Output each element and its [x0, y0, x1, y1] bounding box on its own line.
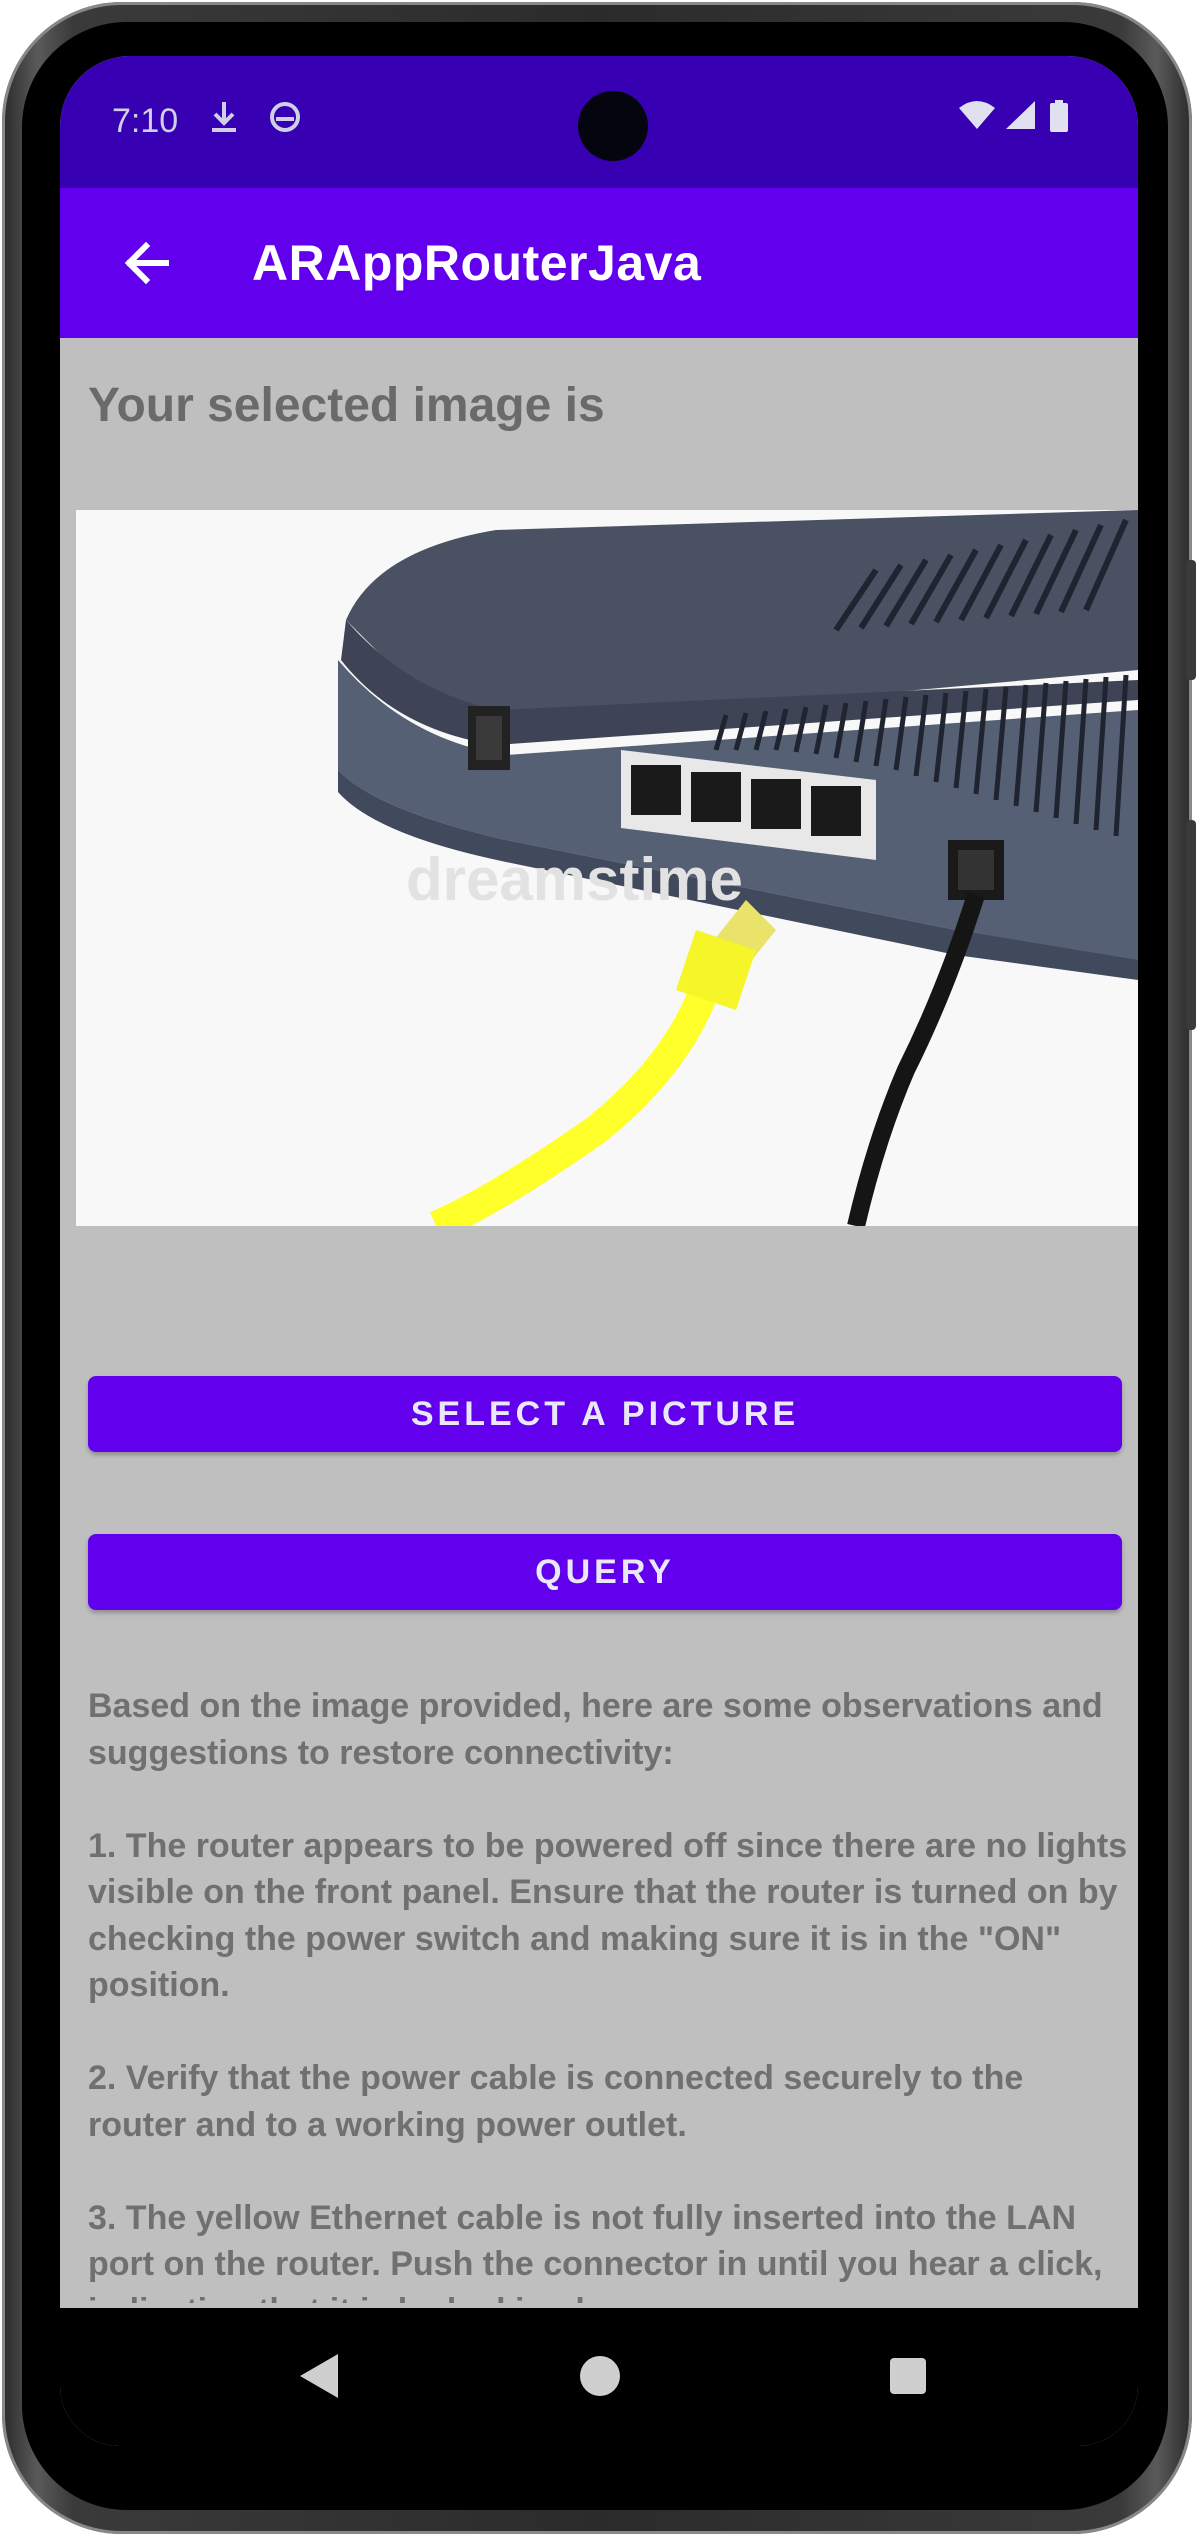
- response-paragraph: 2. Verify that the power cable is connec…: [88, 2059, 1033, 2144]
- response-paragraph: 1. The router appears to be powered off …: [88, 1826, 1128, 2005]
- download-icon: [210, 100, 238, 142]
- power-button: [1186, 820, 1196, 1030]
- arrow-back-icon[interactable]: [112, 228, 182, 298]
- query-button[interactable]: QUERY: [88, 1534, 1122, 1610]
- wifi-icon: [958, 100, 996, 138]
- query-response-text: Based on the image provided, here are so…: [88, 1683, 1128, 2303]
- screen: 7:10 ARAppRouterJava Your selected image…: [60, 56, 1138, 2446]
- data-saver-icon: [268, 100, 302, 142]
- response-paragraph: 3. The yellow Ethernet cable is not full…: [88, 2198, 1103, 2304]
- navigation-bar: [60, 2308, 1138, 2446]
- signal-icon: [1004, 100, 1036, 138]
- app-title: ARAppRouterJava: [252, 235, 702, 291]
- select-picture-button[interactable]: SELECT A PICTURE: [88, 1376, 1122, 1452]
- phone-device: 7:10 ARAppRouterJava Your selected image…: [0, 0, 1200, 2541]
- page-heading: Your selected image is: [88, 379, 605, 432]
- nav-home-icon[interactable]: [580, 2356, 620, 2396]
- response-paragraph: Based on the image provided, here are so…: [88, 1687, 1113, 1772]
- status-time: 7:10: [112, 102, 179, 140]
- volume-button: [1186, 560, 1196, 680]
- nav-back-icon[interactable]: [300, 2354, 338, 2398]
- camera-cutout: [578, 91, 648, 161]
- nav-recents-icon[interactable]: [890, 2358, 926, 2394]
- main-content: Your selected image is dreamstime SELECT…: [60, 338, 1138, 2308]
- app-bar: ARAppRouterJava: [60, 188, 1138, 338]
- battery-icon: [1050, 100, 1068, 140]
- selected-image: dreamstime: [76, 510, 1138, 1226]
- image-watermark: dreamstime: [406, 846, 743, 913]
- status-bar: 7:10: [60, 56, 1138, 188]
